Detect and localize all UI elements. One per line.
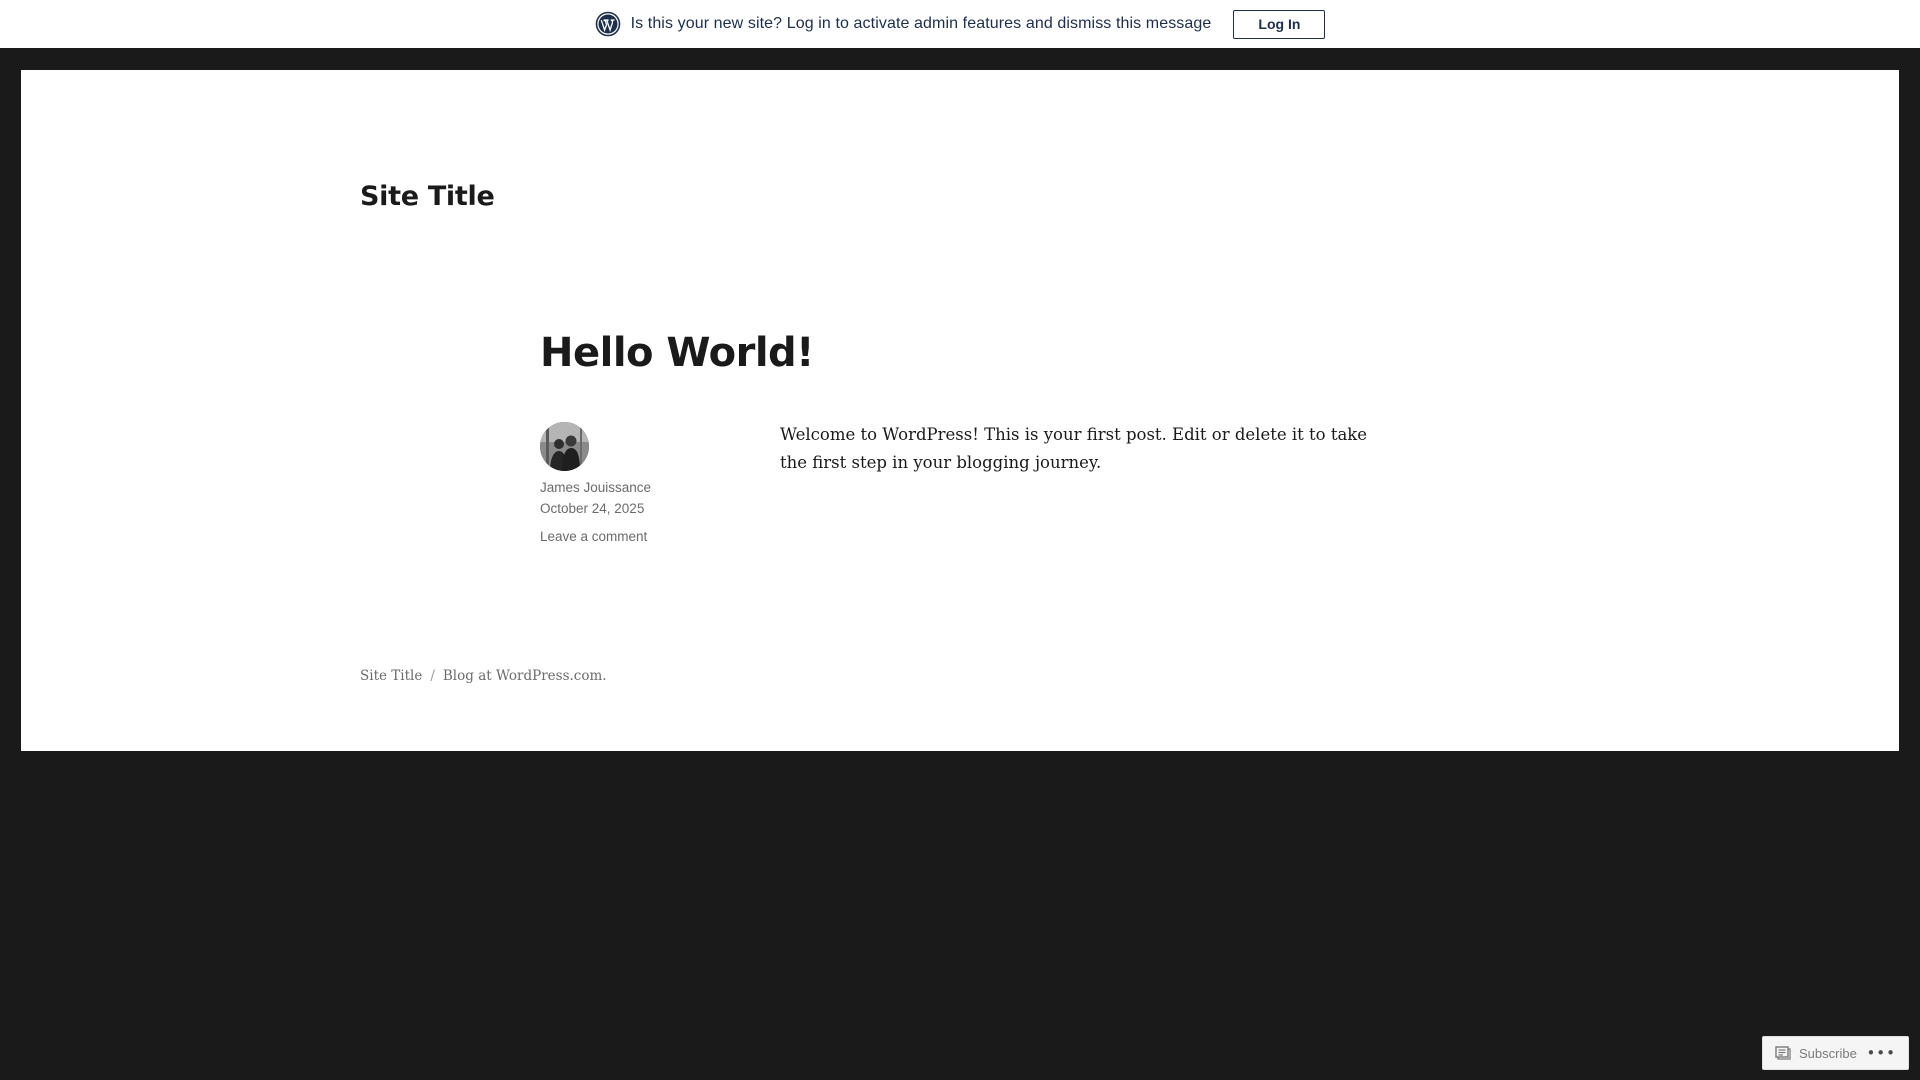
login-notice-bar: Is this your new site? Log in to activat…: [0, 0, 1920, 48]
wordpress-logo-icon: [595, 11, 621, 37]
date-link[interactable]: October 24, 2025: [540, 501, 644, 516]
page-content: Site Title Hello World! James Jouissance…: [21, 70, 1899, 751]
footer-site-title[interactable]: Site Title: [360, 668, 422, 684]
more-options-icon[interactable]: •••: [1866, 1044, 1896, 1062]
log-in-button[interactable]: Log In: [1233, 9, 1326, 39]
comment-meta[interactable]: Leave a comment: [540, 529, 647, 544]
leave-comment-link[interactable]: Leave a comment: [540, 529, 647, 544]
notice-message: Is this your new site? Log in to activat…: [630, 15, 1212, 32]
subscribe-widget[interactable]: Subscribe •••: [1762, 1036, 1909, 1070]
post-date[interactable]: October 24, 2025: [540, 501, 644, 516]
post-title[interactable]: Hello World!: [540, 330, 814, 376]
post-author[interactable]: James Jouissance: [540, 480, 651, 495]
site-footer: Site Title / Blog at WordPress.com.: [360, 668, 607, 684]
author-avatar[interactable]: [540, 422, 589, 471]
reader-icon: [1775, 1046, 1791, 1060]
footer-separator: /: [430, 668, 435, 684]
subscribe-button[interactable]: Subscribe: [1799, 1046, 1857, 1061]
site-title-link[interactable]: Site Title: [360, 181, 495, 212]
notice-content: Is this your new site? Log in to activat…: [595, 11, 1212, 37]
post-body: Welcome to WordPress! This is your first…: [780, 425, 1368, 472]
footer-credit-link[interactable]: Blog at WordPress.com.: [443, 668, 607, 684]
author-link[interactable]: James Jouissance: [540, 480, 651, 495]
